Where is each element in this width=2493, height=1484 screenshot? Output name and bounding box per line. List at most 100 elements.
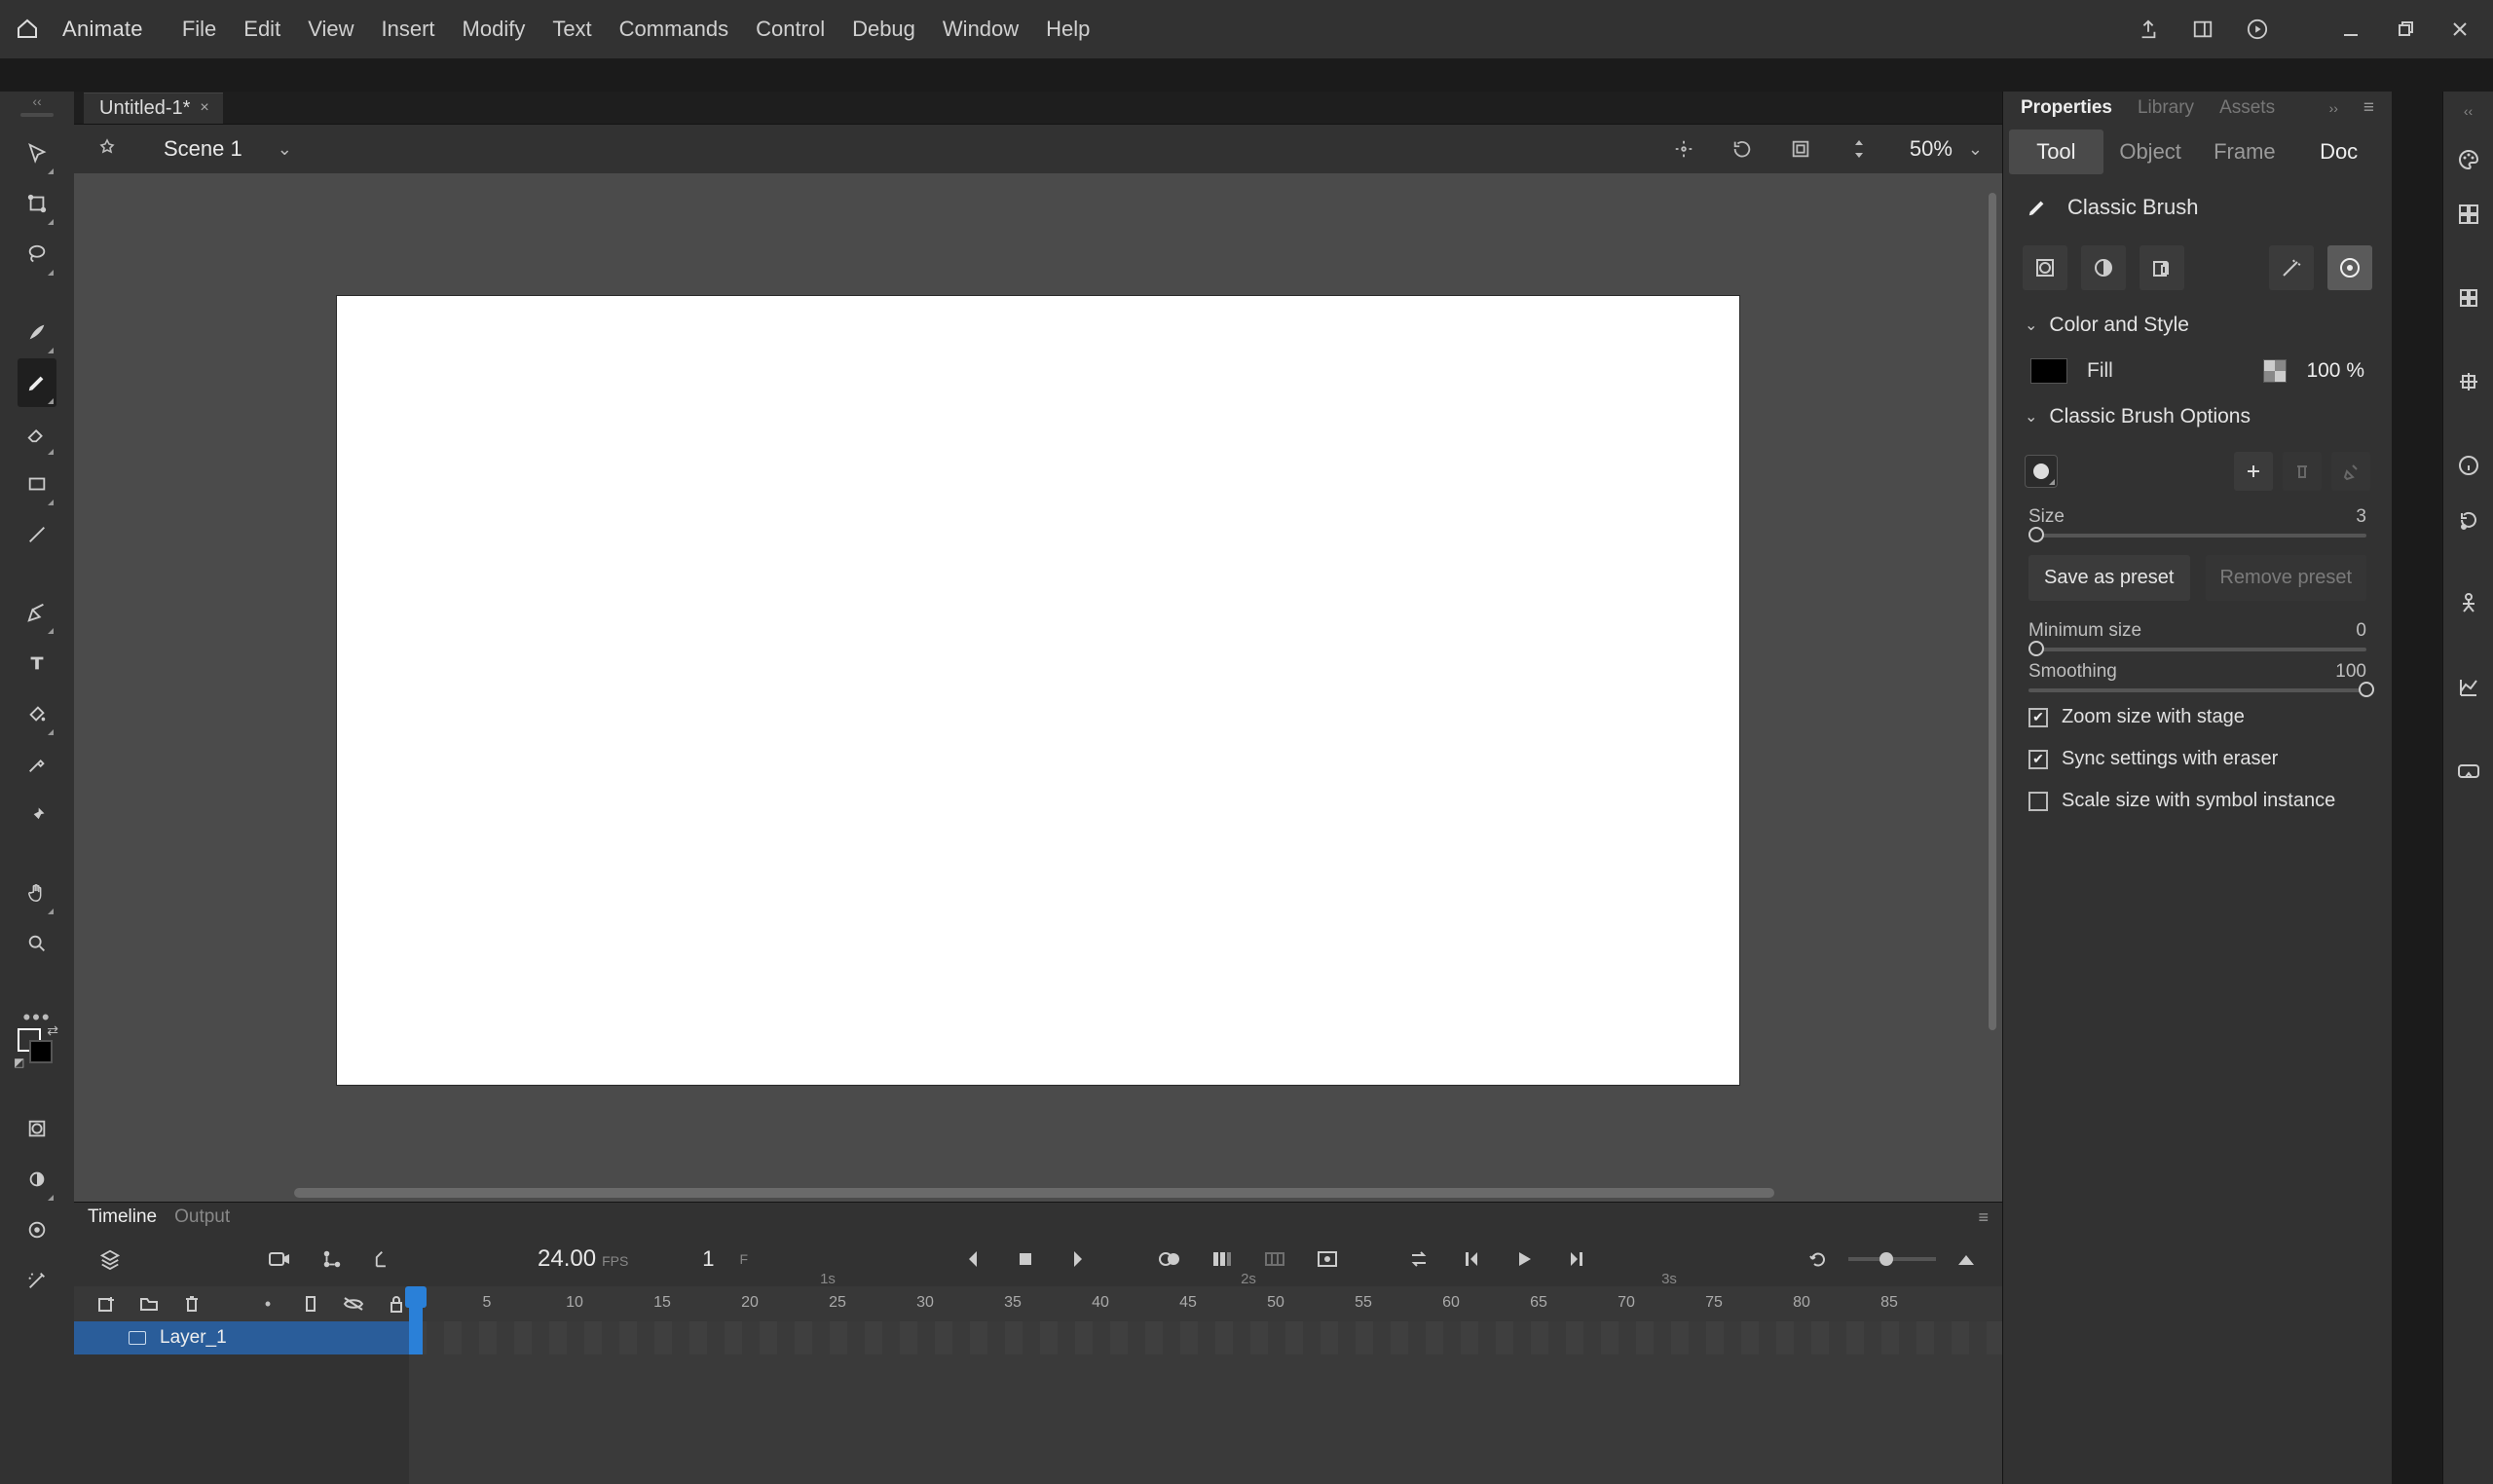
workspace-icon[interactable] [2179,11,2226,48]
smoothing-slider[interactable] [2028,688,2366,692]
outline-icon[interactable] [298,1291,323,1317]
menu-window[interactable]: Window [929,0,1032,58]
window-close-icon[interactable] [2437,11,2483,48]
history-panel-icon[interactable] [2451,502,2486,538]
menu-insert[interactable]: Insert [367,0,448,58]
fluid-brush-tool[interactable] [18,308,56,356]
remove-preset-button[interactable]: Remove preset [2206,555,2367,601]
chk-scale-symbol[interactable]: Scale size with symbol instance [2003,780,2392,822]
swatches-panel-icon[interactable] [2451,197,2486,232]
visibility-icon[interactable] [341,1291,366,1317]
menu-edit[interactable]: Edit [230,0,294,58]
min-size-value[interactable]: 0 [2356,620,2366,642]
chk-zoom-stage[interactable]: Zoom size with stage [2003,696,2392,738]
hand-tool[interactable] [18,869,56,917]
default-colors-icon[interactable]: ◩ [14,1056,24,1069]
classic-brush-tool[interactable] [18,358,56,407]
edit-preset-icon[interactable] [2331,452,2370,491]
align-panel-icon[interactable] [2451,280,2486,315]
eraser-tool[interactable] [18,409,56,458]
zoom-tool[interactable] [18,919,56,968]
layers-icon[interactable] [93,1243,127,1276]
center-stage-icon[interactable] [1666,131,1701,167]
color-panel-icon[interactable] [2451,142,2486,177]
text-tool[interactable] [18,639,56,687]
loop-icon[interactable] [1402,1243,1435,1276]
pen-tool[interactable] [18,588,56,637]
timeline-zoom-slider[interactable] [1848,1257,1936,1261]
brush-shape-picker[interactable] [2025,455,2058,488]
edit-multiple-icon[interactable] [1206,1243,1239,1276]
rectangle-tool[interactable] [18,460,56,508]
tilt-toggle[interactable] [2269,245,2314,290]
zoom-dropdown-icon[interactable]: ⌄ [1968,139,1983,160]
delete-layer-icon[interactable] [179,1291,205,1317]
delete-preset-icon[interactable] [2283,452,2322,491]
menu-control[interactable]: Control [742,0,838,58]
menu-modify[interactable]: Modify [449,0,540,58]
mode-tab-frame[interactable]: Frame [2198,130,2292,174]
layer-row[interactable]: Layer_1 [74,1321,409,1354]
window-minimize-icon[interactable] [2327,11,2374,48]
tab-properties[interactable]: Properties [2021,97,2112,119]
scene-dropdown-icon[interactable]: ⌄ [278,139,292,160]
mode-tab-doc[interactable]: Doc [2291,130,2386,174]
new-layer-icon[interactable] [93,1291,119,1317]
object-drawing-toggle[interactable] [2023,245,2067,290]
tab-output[interactable]: Output [174,1206,230,1228]
step-back-icon[interactable] [1455,1243,1488,1276]
menu-debug[interactable]: Debug [838,0,929,58]
toolbar-grip-icon[interactable] [20,113,54,117]
highlight-icon[interactable]: • [255,1291,280,1317]
tab-library[interactable]: Library [2138,97,2194,119]
home-icon[interactable] [10,12,45,47]
swap-colors-icon[interactable]: ⇄ [47,1022,58,1039]
selection-tool[interactable] [18,129,56,177]
window-restore-icon[interactable] [2382,11,2429,48]
rotate-stage-icon[interactable] [1725,131,1760,167]
tab-timeline[interactable]: Timeline [88,1206,157,1228]
chk-sync-eraser[interactable]: Sync settings with eraser [2003,738,2392,780]
section-brush-options[interactable]: ⌄ Classic Brush Options [2003,391,2392,442]
mode-tab-object[interactable]: Object [2103,130,2198,174]
lasso-tool[interactable] [18,230,56,278]
camera-icon[interactable] [263,1243,296,1276]
alpha-icon[interactable] [2263,359,2287,383]
prev-keyframe-icon[interactable] [956,1243,989,1276]
section-color-style[interactable]: ⌄ Color and Style [2003,300,2392,351]
menu-view[interactable]: View [294,0,367,58]
vr-panel-icon[interactable] [2451,754,2486,789]
layer-parenting-icon[interactable] [316,1243,349,1276]
brush-pressure-icon[interactable] [18,1206,56,1254]
menu-file[interactable]: File [168,0,230,58]
size-slider[interactable] [2028,534,2366,538]
info-panel-icon[interactable] [2451,448,2486,483]
fill-swatch[interactable] [29,1040,53,1063]
paint-mode-toggle[interactable] [2081,245,2126,290]
graph-panel-icon[interactable] [2451,670,2486,705]
step-forward-icon[interactable] [1560,1243,1593,1276]
onion-skin-icon[interactable] [1153,1243,1186,1276]
menu-help[interactable]: Help [1032,0,1103,58]
pin-tool[interactable] [18,791,56,839]
next-keyframe-icon[interactable] [1061,1243,1095,1276]
frame-ruler[interactable]: 1s 2s 3s 5 10 15 20 25 30 35 40 45 50 55 [409,1286,2002,1321]
lock-fill-toggle[interactable] [2140,245,2184,290]
close-icon[interactable]: × [200,99,208,117]
clip-stage-icon[interactable] [1783,131,1818,167]
scene-name[interactable]: Scene 1 [164,136,242,162]
paint-bucket-tool[interactable] [18,689,56,738]
min-size-slider[interactable] [2028,648,2366,651]
undo-loop-icon[interactable] [1802,1243,1835,1276]
new-folder-icon[interactable] [136,1291,162,1317]
panel-menu-icon[interactable]: ≡ [2363,97,2374,119]
smoothing-value[interactable]: 100 [2335,661,2366,683]
magic-wand-icon[interactable] [18,1256,56,1305]
brush-mode-icon[interactable] [18,1155,56,1204]
fps-value[interactable]: 24.00 [538,1245,596,1273]
color-swatch-group[interactable]: ⇄ ◩ [18,1028,56,1075]
toolbar-collapse-icon[interactable]: ‹‹ [32,97,41,105]
menu-text[interactable]: Text [539,0,605,58]
free-transform-tool[interactable] [18,179,56,228]
frame-span-icon[interactable] [1258,1243,1291,1276]
